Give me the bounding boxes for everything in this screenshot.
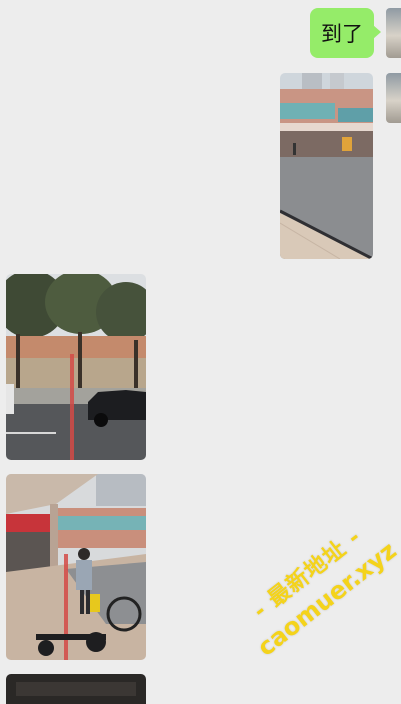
image-message-plaza[interactable]: [280, 73, 373, 259]
avatar[interactable]: [386, 73, 401, 123]
message-text: 到了: [321, 22, 363, 46]
photo-street-trees-car: [6, 274, 146, 460]
message-bubble-outgoing[interactable]: 到了: [310, 8, 381, 58]
image-message-street[interactable]: [6, 274, 146, 460]
photo-plaza-building: [280, 73, 373, 259]
watermark-url: caomuer.xyz: [252, 536, 401, 662]
image-message-arcade[interactable]: [6, 474, 146, 660]
watermark-line1: - 最新地址 -: [248, 524, 367, 624]
photo-partial: [6, 674, 146, 704]
image-message-partial[interactable]: [6, 674, 146, 704]
watermark: - 最新地址 - caomuer.xyz: [225, 504, 401, 702]
avatar[interactable]: [386, 8, 401, 58]
photo-arcade-walkway: [6, 474, 146, 660]
